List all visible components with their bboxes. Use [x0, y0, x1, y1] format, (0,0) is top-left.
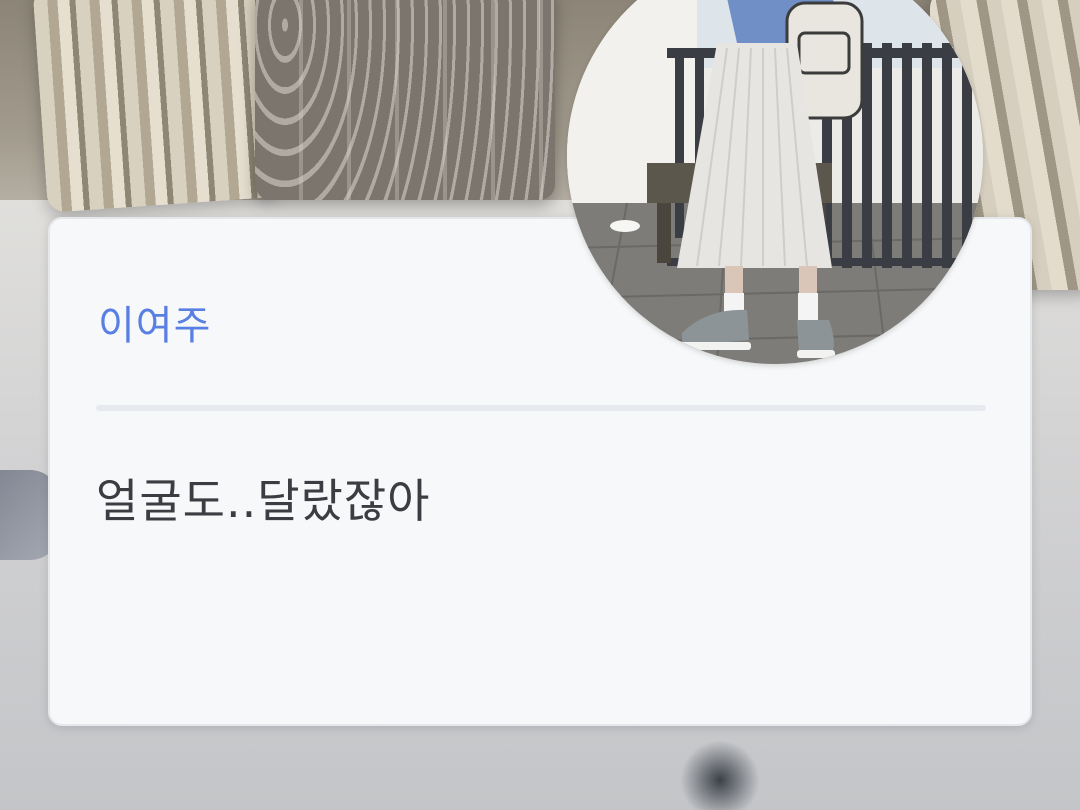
dialog-message: 얼굴도..달랐잖아 — [96, 474, 431, 528]
background-shadow — [680, 740, 760, 810]
background-cushion-striped — [32, 0, 278, 213]
dialog-divider — [96, 405, 986, 411]
background-cushion-patterned — [255, 0, 555, 200]
speaker-name: 이여주 — [98, 303, 212, 349]
game-scene: 이여주 얼굴도..달랐잖아 — [0, 0, 1080, 810]
